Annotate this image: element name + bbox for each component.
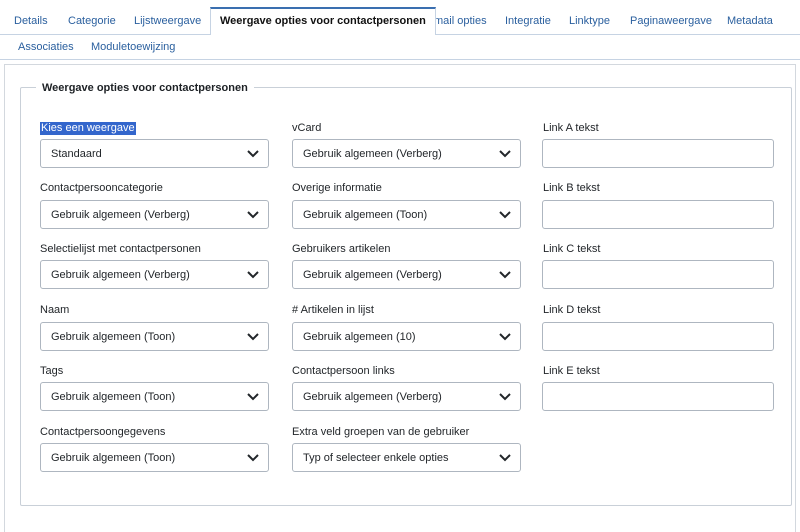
contact-category-select[interactable]: Gebruik algemeen (Verberg) (40, 200, 269, 229)
user-articles-select-value: Gebruik algemeen (Verberg) (303, 269, 442, 281)
tab-linktype[interactable]: Linktype (569, 14, 610, 28)
link-e-input[interactable] (542, 382, 774, 411)
vcard-select-value: Gebruik algemeen (Verberg) (303, 148, 442, 160)
name-select[interactable]: Gebruik algemeen (Toon) (40, 322, 269, 351)
contact-category-label: Contactpersooncategorie (40, 182, 163, 194)
articles-count-label: # Artikelen in lijst (292, 304, 374, 316)
link-a-label: Link A tekst (543, 122, 599, 134)
layout-select[interactable]: Standaard (40, 139, 269, 168)
contact-details-select-value: Gebruik algemeen (Toon) (51, 452, 176, 464)
link-d-label: Link D tekst (543, 304, 601, 316)
tab-bar-divider (0, 59, 800, 60)
tab-weergave-opties-contactpersonen[interactable]: Weergave opties voor contactpersonen (210, 7, 436, 35)
user-field-groups-select-value: Typ of selecteer enkele opties (303, 452, 449, 464)
contact-selectlist-select[interactable]: Gebruik algemeen (Verberg) (40, 260, 269, 289)
contact-details-label: Contactpersoongegevens (40, 426, 166, 438)
chevron-down-icon (499, 454, 511, 462)
contact-links-label: Contactpersoon links (292, 365, 395, 377)
user-field-groups-select[interactable]: Typ of selecteer enkele opties (292, 443, 521, 472)
chevron-down-icon (247, 150, 259, 158)
contact-links-select[interactable]: Gebruik algemeen (Verberg) (292, 382, 521, 411)
fieldset-legend: Weergave opties voor contactpersonen (36, 82, 254, 94)
tags-select[interactable]: Gebruik algemeen (Toon) (40, 382, 269, 411)
link-d-input[interactable] (542, 322, 774, 351)
chevron-down-icon (247, 454, 259, 462)
articles-count-select-value: Gebruik algemeen (10) (303, 331, 416, 343)
tab-integratie[interactable]: Integratie (505, 14, 551, 28)
chevron-down-icon (247, 393, 259, 401)
name-label: Naam (40, 304, 70, 316)
link-a-input[interactable] (542, 139, 774, 168)
contact-selectlist-select-value: Gebruik algemeen (Verberg) (51, 269, 190, 281)
tab-details[interactable]: Details (14, 14, 48, 28)
tab-paginaweergave[interactable]: Paginaweergave (630, 14, 712, 28)
user-field-groups-label: Extra veld groepen van de gebruiker (292, 426, 470, 438)
contact-category-select-value: Gebruik algemeen (Verberg) (51, 209, 190, 221)
tab-moduletoewijzing[interactable]: Moduletoewijzing (91, 40, 175, 54)
vcard-select[interactable]: Gebruik algemeen (Verberg) (292, 139, 521, 168)
chevron-down-icon (247, 271, 259, 279)
layout-select-value: Standaard (51, 148, 102, 160)
tab-associaties[interactable]: Associaties (18, 40, 74, 54)
layout-label: Kies een weergave (40, 122, 136, 135)
tags-select-value: Gebruik algemeen (Toon) (51, 391, 176, 403)
user-articles-select[interactable]: Gebruik algemeen (Verberg) (292, 260, 521, 289)
tab-bar: Details Categorie Lijstweergave Weergave… (0, 0, 800, 60)
link-b-label: Link B tekst (543, 182, 600, 194)
chevron-down-icon (499, 393, 511, 401)
vcard-label: vCard (292, 122, 322, 134)
misc-info-select[interactable]: Gebruik algemeen (Toon) (292, 200, 521, 229)
contact-links-select-value: Gebruik algemeen (Verberg) (303, 391, 442, 403)
tab-lijstweergave[interactable]: Lijstweergave (134, 14, 201, 28)
chevron-down-icon (499, 211, 511, 219)
name-select-value: Gebruik algemeen (Toon) (51, 331, 176, 343)
chevron-down-icon (499, 333, 511, 341)
articles-count-select[interactable]: Gebruik algemeen (10) (292, 322, 521, 351)
tab-categorie[interactable]: Categorie (68, 14, 116, 28)
link-c-input[interactable] (542, 260, 774, 289)
link-c-label: Link C tekst (543, 243, 601, 255)
tab-metadata[interactable]: Metadata (727, 14, 773, 28)
misc-info-label: Overige informatie (292, 182, 382, 194)
chevron-down-icon (499, 271, 511, 279)
chevron-down-icon (247, 211, 259, 219)
contact-details-select[interactable]: Gebruik algemeen (Toon) (40, 443, 269, 472)
chevron-down-icon (499, 150, 511, 158)
chevron-down-icon (247, 333, 259, 341)
link-e-label: Link E tekst (543, 365, 600, 377)
user-articles-label: Gebruikers artikelen (292, 243, 391, 255)
link-b-input[interactable] (542, 200, 774, 229)
contact-selectlist-label: Selectielijst met contactpersonen (40, 243, 201, 255)
misc-info-select-value: Gebruik algemeen (Toon) (303, 209, 428, 221)
tags-label: Tags (40, 365, 64, 377)
